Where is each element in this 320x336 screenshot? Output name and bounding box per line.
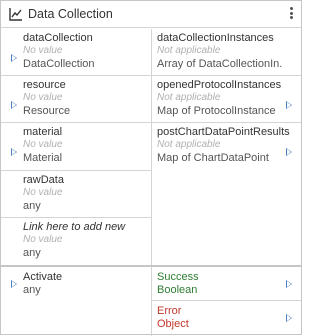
output-port-arrow-icon[interactable] (286, 101, 292, 109)
exec-output-error[interactable]: Error Object (152, 301, 301, 335)
port-type: any (23, 200, 41, 212)
exec-outputs: Success Boolean Error Object (151, 267, 301, 336)
port-value: Not applicable (157, 139, 221, 150)
port-type: DataCollection (23, 58, 95, 70)
exec-output-success[interactable]: Success Boolean (152, 267, 301, 301)
port-value: Not applicable (157, 45, 221, 56)
port-name: resource (23, 79, 66, 91)
input-port-arrow-icon[interactable] (11, 54, 17, 62)
execution-ports: Activate any Success Boolean Error Objec… (1, 265, 301, 336)
success-type: Boolean (157, 284, 198, 296)
port-type: Map of ProtocolInstance (157, 105, 276, 117)
port-value: No value (23, 234, 63, 245)
line-chart-icon (9, 8, 22, 21)
port-name: rawData (23, 174, 64, 186)
port-value: No value (23, 187, 63, 198)
port-type: Map of ChartDataPoint (157, 152, 269, 164)
error-name: Error (157, 305, 182, 317)
port-type: any (23, 247, 41, 259)
output-port-dataCollectionInstances[interactable]: dataCollectionInstances Not applicable A… (152, 29, 301, 76)
exec-input-activate[interactable]: Activate any (1, 267, 151, 336)
port-value: No value (23, 92, 63, 103)
port-name: dataCollection (23, 32, 93, 44)
port-name: postChartDataPointResults (157, 126, 290, 138)
port-name: dataCollectionInstances (157, 32, 274, 44)
port-type: Resource (23, 105, 71, 117)
node-title: Data Collection (28, 7, 113, 21)
port-type: Material (23, 152, 63, 164)
add-new-link[interactable]: Link here to add new (23, 221, 125, 233)
input-ports: dataCollection No value DataCollection r… (1, 29, 151, 265)
error-type: Object (157, 318, 189, 330)
success-port-arrow-icon[interactable] (286, 280, 292, 288)
port-value: No value (23, 45, 63, 56)
input-port-arrow-icon[interactable] (11, 148, 17, 156)
node-header[interactable]: Data Collection (1, 1, 301, 28)
activate-port-arrow-icon[interactable] (11, 280, 17, 288)
port-type: Array of DataCollectionIn... (157, 58, 282, 70)
vertical-ellipsis-icon[interactable] (287, 6, 295, 22)
output-ports: dataCollectionInstances Not applicable A… (151, 29, 301, 265)
input-port-material[interactable]: material No value Material (1, 123, 151, 171)
port-name: material (23, 126, 63, 138)
port-value: No value (23, 139, 63, 150)
data-collection-node[interactable]: Data Collection dataCollection No value … (0, 0, 302, 336)
input-port-resource[interactable]: resource No value Resource (1, 76, 151, 123)
port-value: Not applicable (157, 92, 221, 103)
input-port-rawData[interactable]: rawData No value any (1, 171, 151, 218)
error-port-arrow-icon[interactable] (286, 314, 292, 322)
output-port-arrow-icon[interactable] (286, 148, 292, 156)
output-port-postChartDataPointResults[interactable]: postChartDataPointResults Not applicable… (152, 123, 301, 171)
exec-input-name: Activate (23, 271, 63, 283)
exec-input-type: any (23, 284, 41, 296)
output-port-openedProtocolInstances[interactable]: openedProtocolInstances Not applicable M… (152, 76, 301, 123)
success-name: Success (157, 271, 199, 283)
input-port-add-new[interactable]: Link here to add new No value any (1, 218, 151, 265)
input-port-arrow-icon[interactable] (11, 101, 17, 109)
port-name: openedProtocolInstances (157, 79, 282, 91)
input-port-dataCollection[interactable]: dataCollection No value DataCollection (1, 29, 151, 76)
